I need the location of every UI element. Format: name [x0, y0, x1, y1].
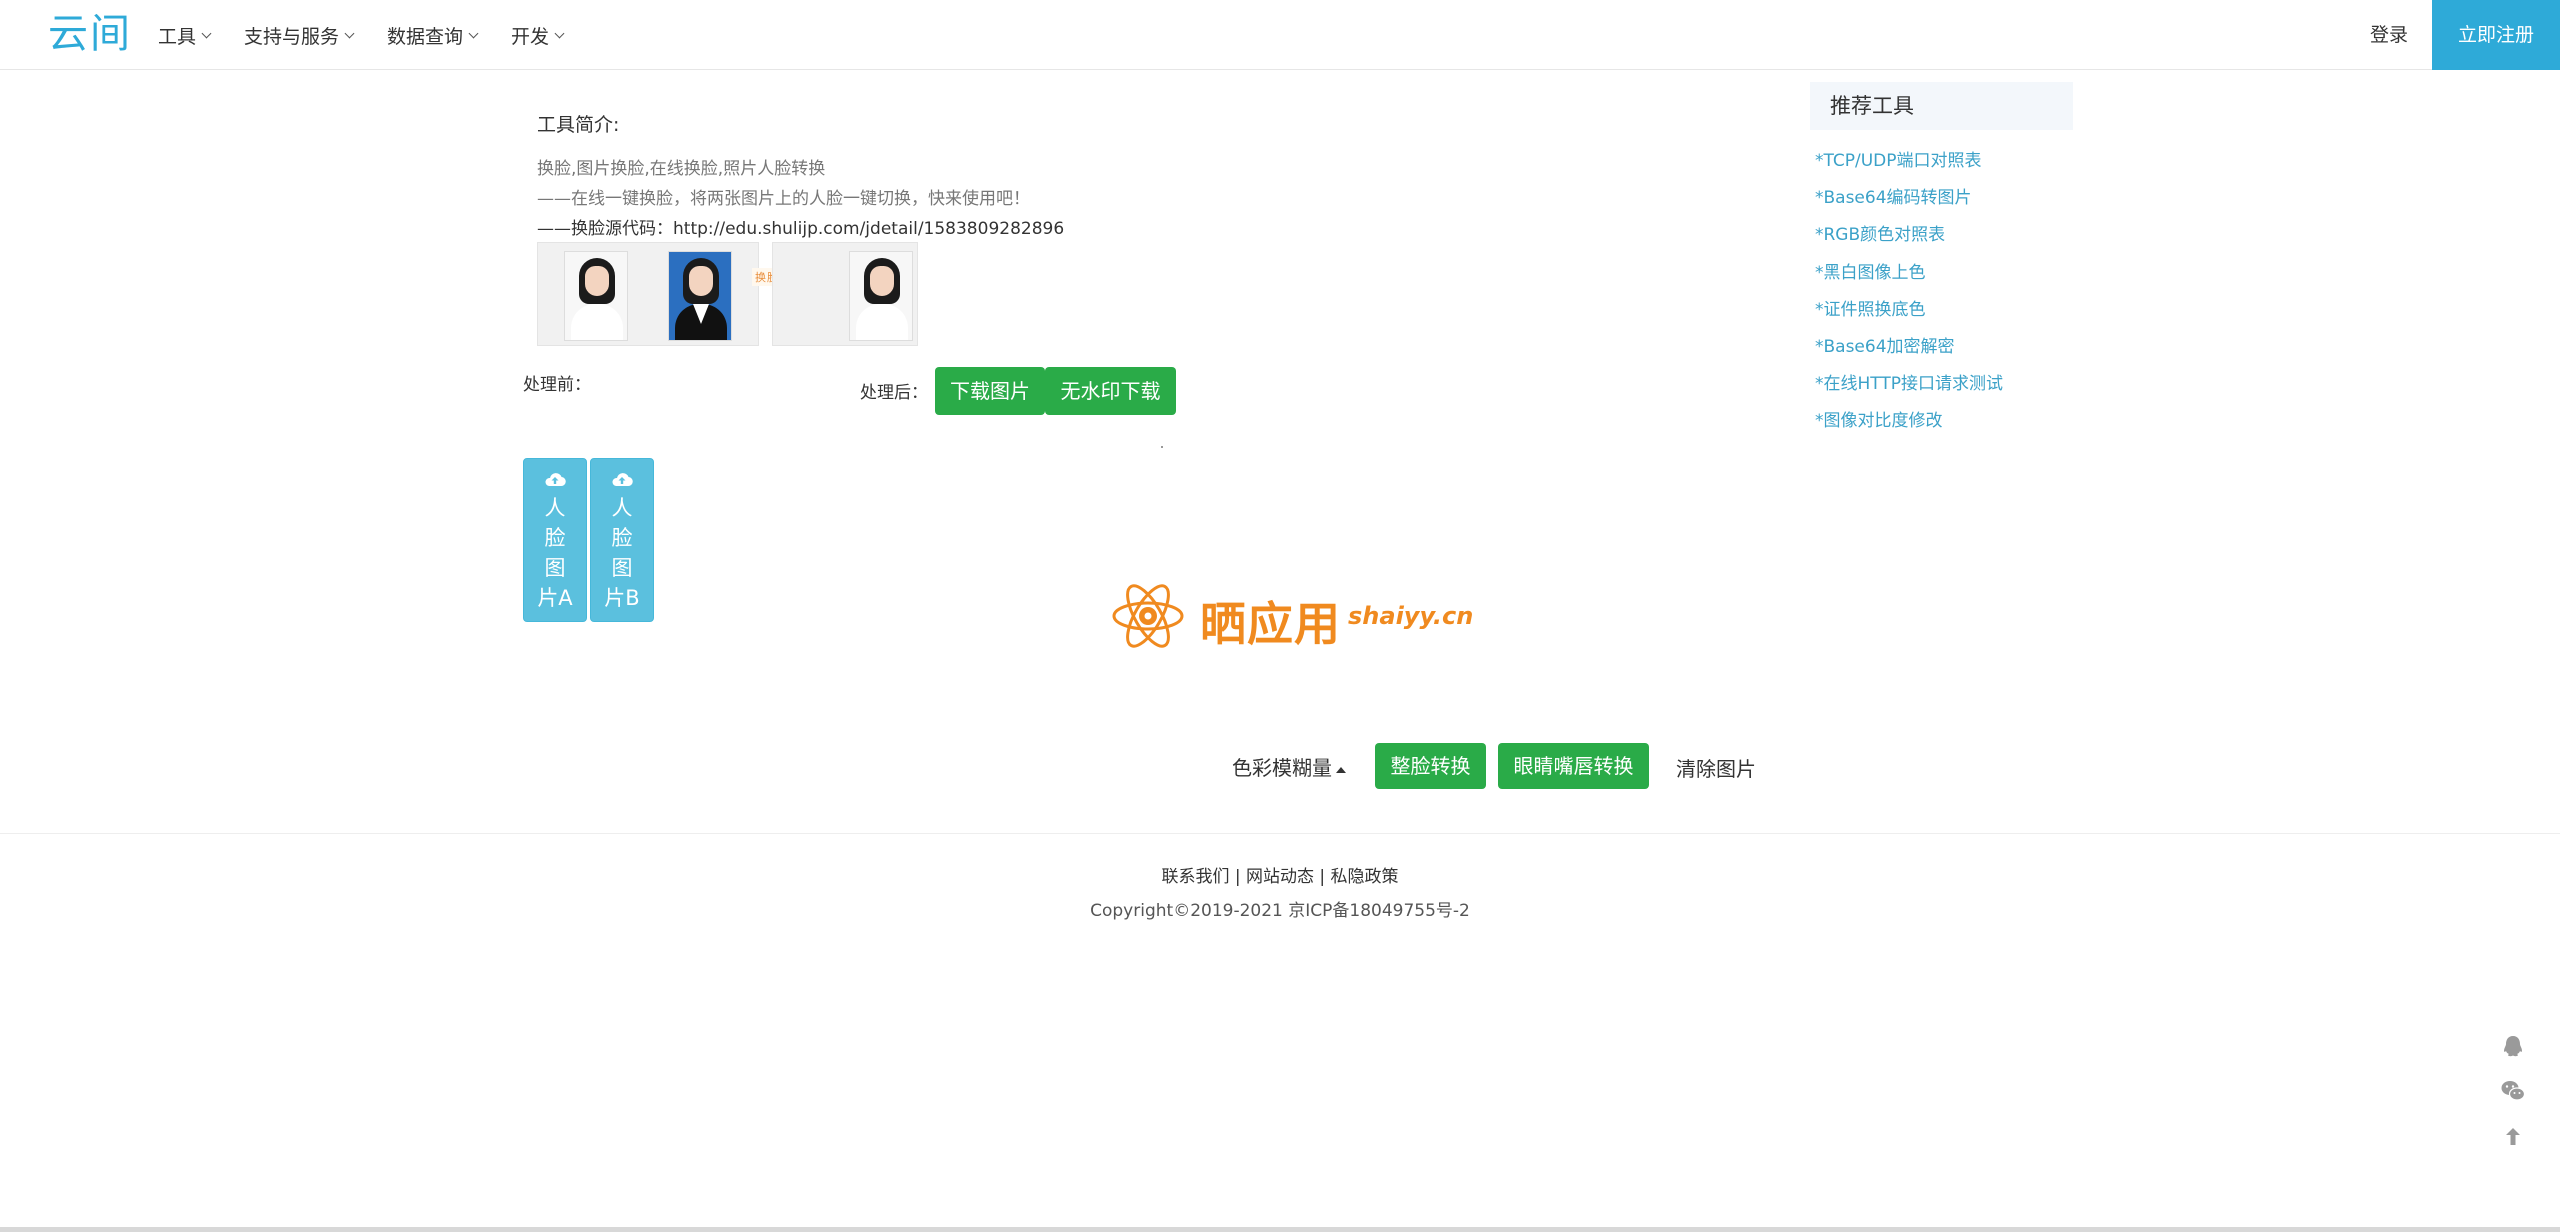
- copyright-text: Copyright©2019-2021 京ICP备18049755号-2: [1090, 901, 1470, 921]
- page-footer: 联系我们 | 网站动态 | 私隐政策 Copyright©2019-2021 京…: [0, 833, 2560, 1232]
- tool-link-rgb[interactable]: *RGB颜色对照表: [1815, 220, 2003, 257]
- qq-icon[interactable]: [2500, 1033, 2526, 1059]
- wechat-icon[interactable]: [2500, 1078, 2526, 1104]
- watermark-text: 晒应用: [1200, 597, 1341, 651]
- watermark-url: shaiyy.cn: [1348, 602, 1474, 630]
- footer-separator: |: [1234, 867, 1241, 887]
- recommended-tools-title: 推荐工具: [1810, 82, 2073, 130]
- caret-up-icon: [1336, 766, 1346, 773]
- face-swap-button[interactable]: 整脸转换: [1375, 743, 1486, 789]
- login-link[interactable]: 登录: [2370, 0, 2408, 70]
- color-blur-label: 色彩模糊量: [1232, 756, 1332, 780]
- footer-privacy-link[interactable]: 私隐政策: [1331, 867, 1399, 887]
- upload-face-b-button[interactable]: 人脸图片B: [590, 458, 654, 622]
- intro-source-code[interactable]: ——换脸源代码：http://edu.shulijp.com/jdetail/1…: [537, 214, 1064, 239]
- tool-link-colorize[interactable]: *黑白图像上色: [1815, 258, 2003, 295]
- upload-face-a-button[interactable]: 人脸图片A: [523, 458, 587, 622]
- eyes-lips-swap-button[interactable]: 眼睛嘴唇转换: [1498, 743, 1649, 789]
- sample-photo-a: [564, 251, 628, 341]
- sample-input-images: [537, 242, 759, 346]
- nav-develop-label: 开发: [511, 25, 550, 48]
- recommended-tools-list: *TCP/UDP端口对照表 *Base64编码转图片 *RGB颜色对照表 *黑白…: [1815, 146, 2003, 444]
- color-blur-dropdown[interactable]: 色彩模糊量: [1232, 752, 1346, 781]
- tool-link-tcp-udp[interactable]: *TCP/UDP端口对照表: [1815, 146, 2003, 183]
- sample-output-image: [772, 242, 918, 346]
- top-header: 云间 工具 支持与服务 数据查询 开发 登录 立即注册: [0, 0, 2560, 70]
- cloud-upload-icon: [612, 473, 633, 487]
- no-watermark-download-button[interactable]: 无水印下载: [1045, 367, 1176, 415]
- bottom-scrollbar: [0, 1227, 2560, 1232]
- chevron-down-icon: [201, 28, 212, 38]
- intro-description: ——在线一键换脸，将两张图片上的人脸一键切换，快来使用吧！: [537, 189, 1030, 209]
- intro-keywords: 换脸,图片换脸,在线换脸,照片人脸转换: [537, 159, 826, 179]
- nav-tools-label: 工具: [158, 25, 197, 48]
- cloud-upload-icon: [545, 473, 566, 487]
- tool-intro-title: 工具简介:: [537, 114, 620, 136]
- chevron-down-icon: [468, 28, 479, 38]
- nav-support-label: 支持与服务: [244, 25, 340, 48]
- site-logo[interactable]: 云间: [48, 10, 132, 58]
- result-placeholder: [1161, 446, 1163, 448]
- before-label: 处理前：: [523, 375, 591, 395]
- tool-link-id-photo[interactable]: *证件照换底色: [1815, 295, 2003, 332]
- chevron-down-icon: [344, 28, 355, 38]
- footer-contact-link[interactable]: 联系我们: [1161, 867, 1229, 887]
- arrow-up-icon[interactable]: [2500, 1124, 2526, 1150]
- after-label: 处理后：: [860, 383, 928, 403]
- download-image-button[interactable]: 下载图片: [935, 367, 1045, 415]
- nav-data-query[interactable]: 数据查询: [387, 22, 479, 49]
- register-button[interactable]: 立即注册: [2432, 0, 2560, 70]
- nav-develop[interactable]: 开发: [511, 22, 565, 49]
- nav-data-query-label: 数据查询: [387, 25, 464, 48]
- upload-face-b-label: 人脸图片B: [604, 496, 640, 610]
- footer-links: 联系我们 | 网站动态 | 私隐政策: [0, 862, 2560, 887]
- sample-photo-b: [668, 251, 732, 341]
- footer-separator: |: [1319, 867, 1326, 887]
- tool-link-base64-crypto[interactable]: *Base64加密解密: [1815, 332, 2003, 369]
- upload-face-a-label: 人脸图片A: [537, 496, 573, 610]
- main-nav: 工具 支持与服务 数据查询 开发: [158, 0, 565, 70]
- tool-link-base64-image[interactable]: *Base64编码转图片: [1815, 183, 2003, 220]
- footer-news-link[interactable]: 网站动态: [1246, 867, 1314, 887]
- tool-link-http-test[interactable]: *在线HTTP接口请求测试: [1815, 369, 2003, 406]
- clear-images-button[interactable]: 清除图片: [1676, 753, 1756, 782]
- watermark-logo: 晒应用 shaiyy.cn: [1108, 574, 1473, 658]
- nav-support[interactable]: 支持与服务: [244, 22, 355, 49]
- atom-logo-icon: [1112, 584, 1184, 648]
- tool-link-contrast[interactable]: *图像对比度修改: [1815, 406, 2003, 443]
- nav-tools[interactable]: 工具: [158, 22, 212, 49]
- sample-photo-result: [849, 251, 913, 341]
- chevron-down-icon: [554, 28, 565, 38]
